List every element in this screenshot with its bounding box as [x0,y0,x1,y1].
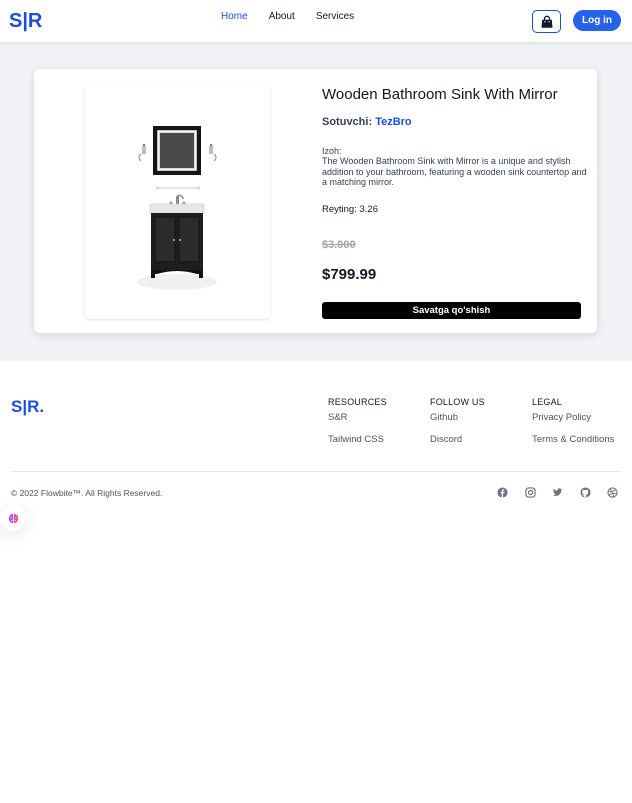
rating: Reyting: 3.26 [322,204,378,215]
footer-column-legal: LEGAL Privacy Policy Terms & Conditions [532,397,614,445]
product-title: Wooden Bathroom Sink With Mirror [322,86,558,103]
footer-link-terms[interactable]: Terms & Conditions [532,434,614,445]
instagram-icon[interactable] [524,486,536,498]
navbar: S|R Home About Services Log in [0,0,632,42]
product-description: The Wooden Bathroom Sink with Mirror is … [322,156,587,187]
footer-column-resources: RESOURCES S&R Tailwind CSS [328,397,387,445]
github-icon[interactable] [579,486,591,498]
footer-heading-follow-us: FOLLOW US [430,397,485,407]
footer-heading-resources: RESOURCES [328,397,387,407]
footer-heading-legal: LEGAL [532,397,563,407]
footer-link-discord[interactable]: Discord [430,434,485,445]
product-illustration [137,126,217,290]
footer-link-privacy[interactable]: Privacy Policy [532,412,614,423]
footer-link-tailwind[interactable]: Tailwind CSS [328,434,387,445]
add-to-cart-button[interactable]: Savatga qo'shish [322,302,581,319]
product-card: Wooden Bathroom Sink With Mirror Sotuvch… [34,69,597,333]
footer-divider [11,471,621,472]
seller-label: Sotuvchi: [322,116,373,128]
assistant-widget-button[interactable] [0,505,26,531]
footer-link-sr[interactable]: S&R [328,412,387,423]
twitter-icon[interactable] [551,486,563,498]
nav-link-services[interactable]: Services [316,11,354,22]
logo[interactable]: S|R [9,10,42,33]
facebook-icon[interactable] [496,486,508,498]
rating-label: Reyting: [322,204,357,215]
dribbble-icon[interactable] [606,486,618,498]
nav-links: Home About Services [221,11,354,22]
nav-link-home[interactable]: Home [221,11,248,22]
nav-link-about[interactable]: About [269,11,295,22]
seller-name[interactable]: TezBro [375,116,411,128]
product-image [85,84,270,319]
footer-logo[interactable]: S|R. [11,397,44,417]
login-button[interactable]: Log in [573,10,621,31]
footer-link-github[interactable]: Github [430,412,485,423]
old-price: $3.000 [322,239,356,251]
seller-info: Sotuvchi: TezBro [322,116,412,128]
description-label: Izoh: [322,146,342,156]
brain-icon [8,513,18,523]
cart-button[interactable] [532,10,561,33]
copyright: © 2022 Flowbite™. All Rights Reserved. [11,488,163,498]
price: $799.99 [322,266,377,283]
footer-column-follow-us: FOLLOW US Github Discord [430,397,485,445]
shopping-bag-icon [541,15,552,28]
rating-value: 3.26 [359,204,379,215]
